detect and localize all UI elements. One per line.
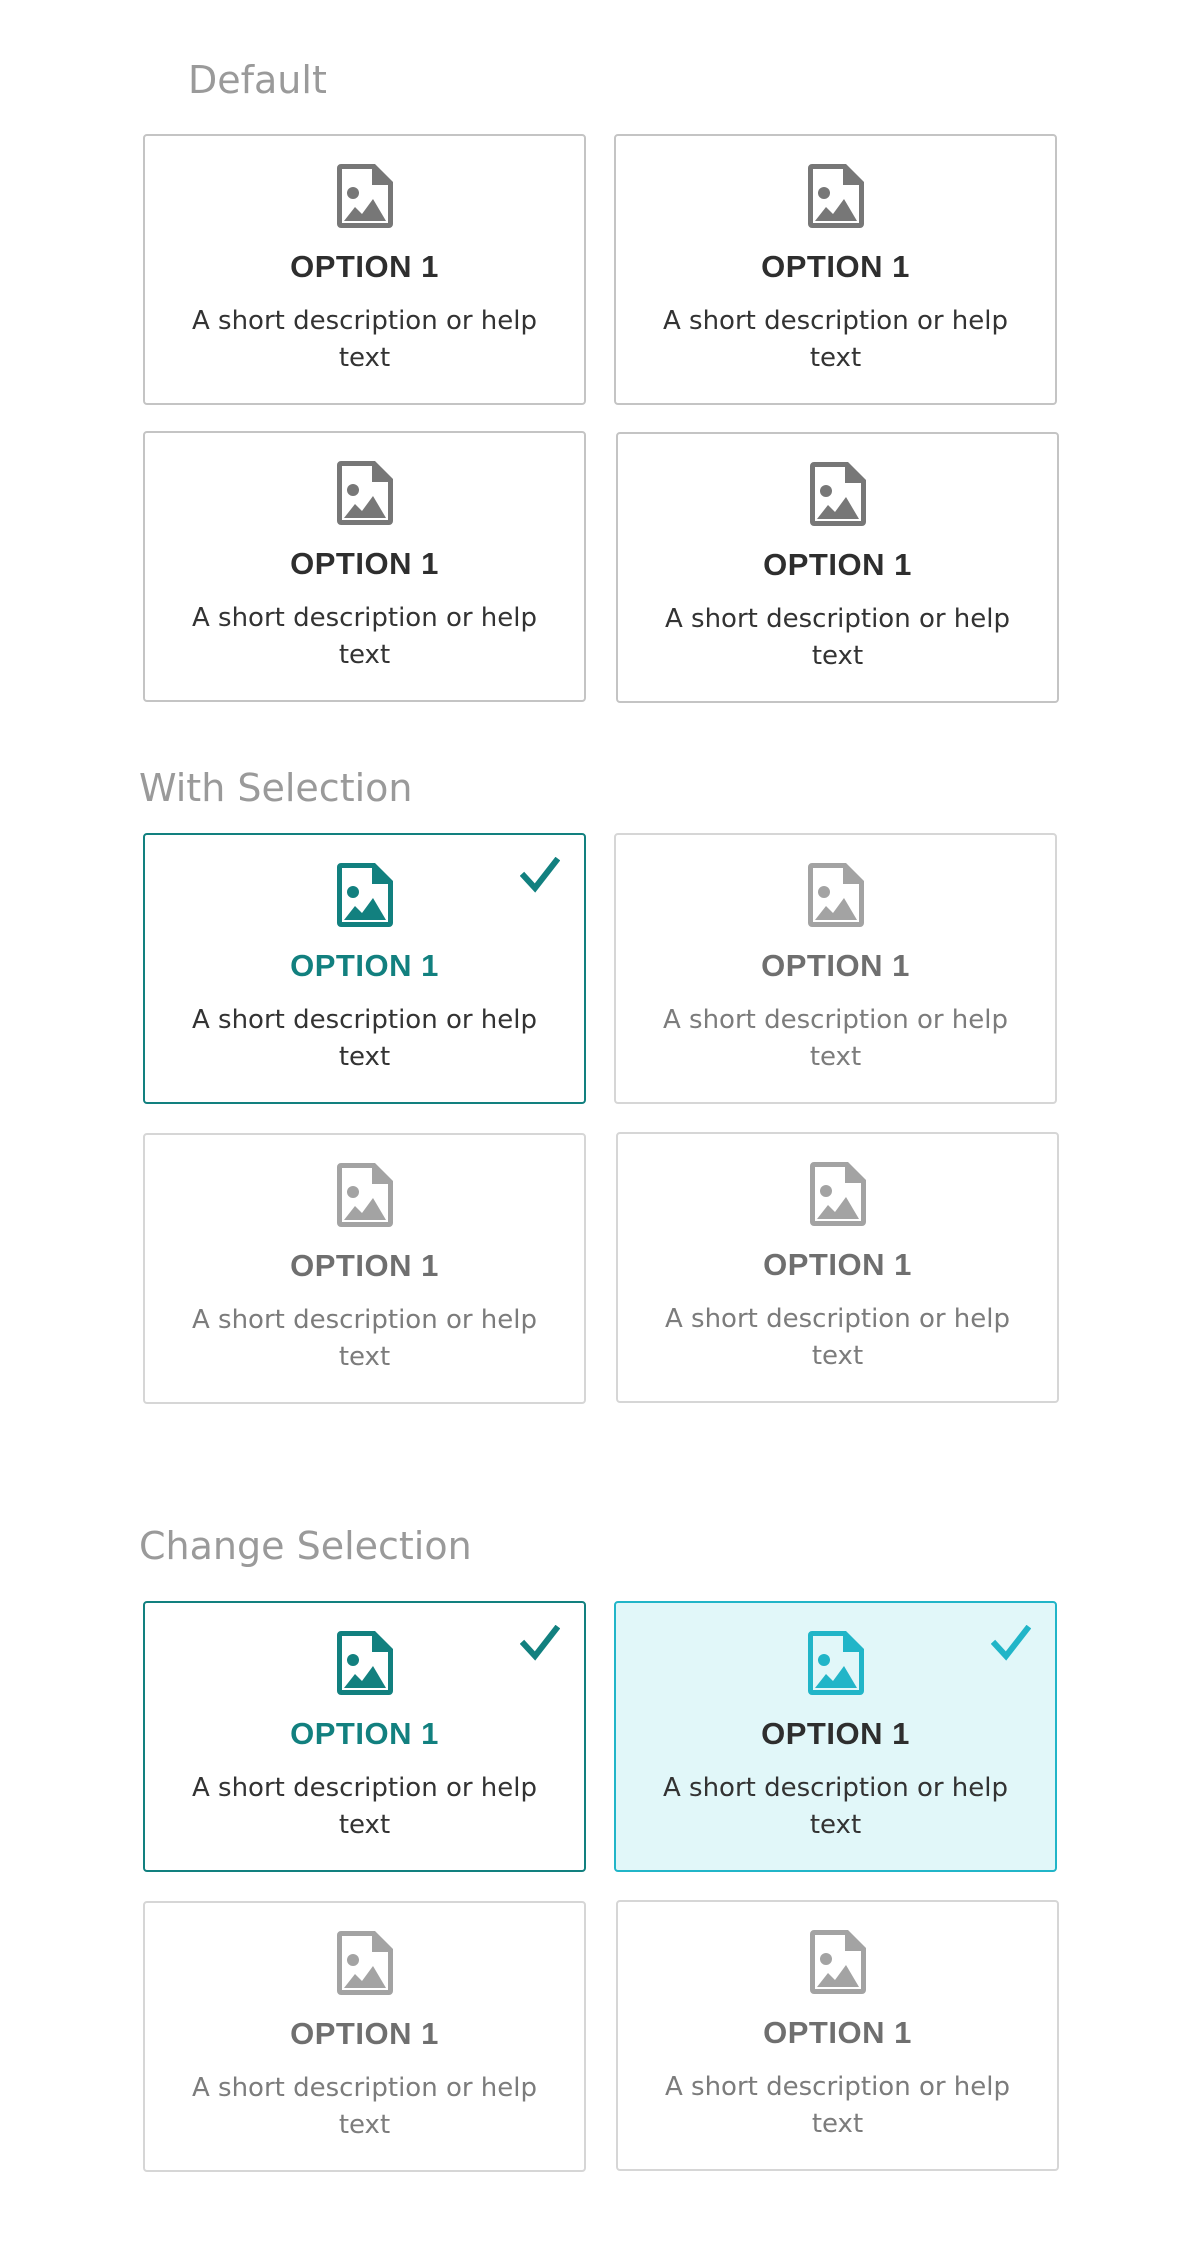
option-card[interactable]: OPTION 1 A short description or help tex… (614, 833, 1057, 1104)
option-title: OPTION 1 (290, 948, 439, 983)
option-description: A short description or help text (191, 306, 538, 373)
section-title-change-selection: Change Selection (139, 1524, 472, 1568)
image-file-icon (337, 164, 393, 228)
image-file-icon (810, 1930, 866, 1994)
checkmark-icon (991, 1625, 1031, 1661)
option-title: OPTION 1 (290, 1248, 439, 1283)
option-card[interactable]: OPTION 1 A short description or help tex… (616, 1900, 1059, 2171)
option-title: OPTION 1 (761, 948, 910, 983)
option-title: OPTION 1 (763, 2015, 912, 2050)
section-title-with-selection: With Selection (139, 766, 413, 810)
option-description: A short description or help text (191, 603, 538, 670)
option-title: OPTION 1 (763, 1247, 912, 1282)
option-card[interactable]: OPTION 1 A short description or help tex… (614, 134, 1057, 405)
option-description: A short description or help text (191, 1773, 538, 1840)
option-title: OPTION 1 (290, 249, 439, 284)
option-card-selected[interactable]: OPTION 1 A short description or help tex… (143, 1601, 586, 1872)
image-file-icon (810, 462, 866, 526)
option-description: A short description or help text (662, 1005, 1009, 1072)
section-title-default: Default (188, 58, 327, 102)
option-card-selected[interactable]: OPTION 1 A short description or help tex… (143, 833, 586, 1104)
checkmark-icon (520, 1625, 560, 1661)
image-file-icon (337, 461, 393, 525)
image-file-icon (337, 1631, 393, 1695)
option-description: A short description or help text (662, 1773, 1009, 1840)
image-file-icon (808, 863, 864, 927)
option-card[interactable]: OPTION 1 A short description or help tex… (616, 1132, 1059, 1403)
option-card[interactable]: OPTION 1 A short description or help tex… (143, 134, 586, 405)
option-card[interactable]: OPTION 1 A short description or help tex… (616, 432, 1059, 703)
option-title: OPTION 1 (290, 546, 439, 581)
image-file-icon (810, 1162, 866, 1226)
option-card[interactable]: OPTION 1 A short description or help tex… (143, 431, 586, 702)
option-description: A short description or help text (191, 1005, 538, 1072)
option-title: OPTION 1 (290, 1716, 439, 1751)
option-title: OPTION 1 (290, 2016, 439, 2051)
image-file-icon (808, 1631, 864, 1695)
image-file-icon (337, 1931, 393, 1995)
option-card[interactable]: OPTION 1 A short description or help tex… (143, 1901, 586, 2172)
option-description: A short description or help text (662, 306, 1009, 373)
option-title: OPTION 1 (761, 1716, 910, 1751)
checkmark-icon (520, 857, 560, 893)
image-file-icon (337, 863, 393, 927)
option-title: OPTION 1 (763, 547, 912, 582)
option-card[interactable]: OPTION 1 A short description or help tex… (143, 1133, 586, 1404)
option-description: A short description or help text (664, 2072, 1011, 2139)
option-card-hovered[interactable]: OPTION 1 A short description or help tex… (614, 1601, 1057, 1872)
option-description: A short description or help text (191, 1305, 538, 1372)
option-description: A short description or help text (664, 604, 1011, 671)
option-title: OPTION 1 (761, 249, 910, 284)
image-file-icon (808, 164, 864, 228)
option-description: A short description or help text (191, 2073, 538, 2140)
option-description: A short description or help text (664, 1304, 1011, 1371)
image-file-icon (337, 1163, 393, 1227)
